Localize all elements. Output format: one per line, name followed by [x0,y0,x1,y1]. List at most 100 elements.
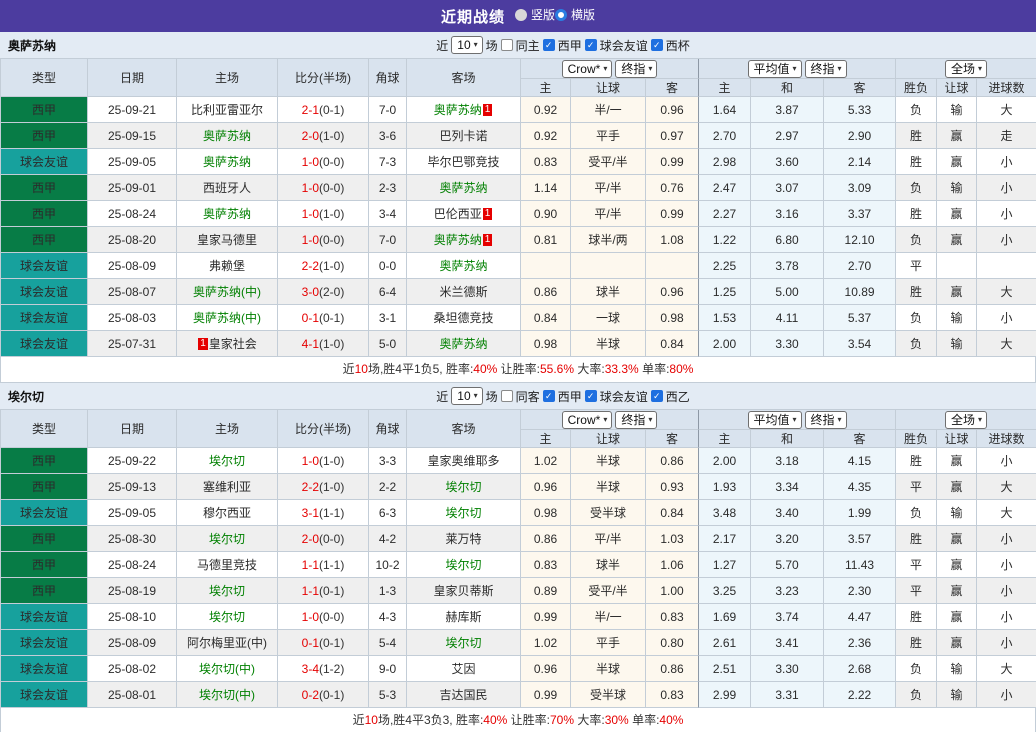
league-checkbox-0[interactable]: ✓ [543,39,555,51]
red-card-badge: 1 [198,338,208,350]
fulltime-score: 4-1 [302,337,319,351]
crow-odds-select[interactable]: Crow*▾ [562,60,613,78]
corner-cell: 3-6 [369,123,407,149]
odds-away-cell: 0.83 [646,604,699,630]
average-odds-selects: 平均值▾终指▾ [748,60,847,78]
odds-away-cell: 0.99 [646,201,699,227]
team-name: 奥萨苏纳 [8,37,56,54]
date-cell: 25-08-30 [88,526,177,552]
handicap-cell: 半球 [571,331,646,357]
same-venue-checkbox[interactable] [501,39,513,51]
summary-segment: 10 [355,362,368,376]
handicap-result-cell [937,253,977,279]
check-icon: ✓ [545,41,553,50]
average-odds-selects: 平均值▾终指▾ [748,411,847,429]
league-checkbox-2[interactable]: ✓ [651,390,663,402]
avg-away-cell: 2.30 [824,578,896,604]
home-team-name: 埃尔切(中) [199,662,255,676]
radio-label: 横版 [571,6,595,23]
handicap-cell: 受半球 [571,500,646,526]
summary-segment: 55.6% [540,362,574,376]
average-odds-select[interactable]: 平均值▾ [748,411,802,429]
result-cell: 平 [896,552,937,578]
avg-home-cell: 2.17 [699,526,751,552]
summary-segment: 单率: [639,362,670,376]
scope-select[interactable]: 全场▾ [945,60,987,78]
corner-cell: 5-3 [369,682,407,708]
odds-away-cell: 0.76 [646,175,699,201]
chevron-down-icon: ▾ [648,65,652,73]
final-odds-select-2[interactable]: 终指▾ [805,60,847,78]
layout-radio-group: 竖版横版 [515,6,595,26]
home-team-cell: 奥萨苏纳 [177,201,278,227]
odds-away-cell: 0.97 [646,123,699,149]
crow-odds-select[interactable]: Crow*▾ [562,411,613,429]
home-team-cell: 埃尔切 [177,526,278,552]
away-team-name: 皇家贝蒂斯 [433,584,493,598]
avg-home-cell: 1.25 [699,279,751,305]
handicap-cell: 球半 [571,552,646,578]
horizontal-layout-radio[interactable]: 横版 [555,6,595,23]
same-venue-checkbox[interactable] [501,390,513,402]
chevron-down-icon: ▾ [474,392,478,400]
handicap-result-cell: 赢 [937,474,977,500]
avg-draw-cell: 3.60 [751,149,824,175]
chevron-down-icon: ▾ [978,65,982,73]
odds-away-cell: 0.80 [646,630,699,656]
goals-result-cell: 小 [977,578,1036,604]
final-odds-select-2[interactable]: 终指▾ [805,411,847,429]
average-odds-select[interactable]: 平均值▾ [748,60,802,78]
league-label: 西甲 [558,388,582,405]
final-odds-select[interactable]: 终指▾ [615,411,657,429]
home-team-cell: 西班牙人 [177,175,278,201]
away-team-name: 赫库斯 [445,610,481,624]
league-checkbox-1[interactable]: ✓ [585,39,597,51]
sub-header: 让球 [937,430,977,448]
recent-count-select-value: 10 [457,38,470,52]
league-cell: 西甲 [1,552,88,578]
home-team-cell: 穆尔西亚 [177,500,278,526]
handicap-result-cell: 赢 [937,201,977,227]
goals-result-cell: 小 [977,682,1036,708]
league-cell: 球会友谊 [1,305,88,331]
recent-count-select[interactable]: 10▾ [451,36,482,54]
league-cell: 西甲 [1,227,88,253]
goals-result-cell: 小 [977,227,1036,253]
result-cell: 负 [896,97,937,123]
fulltime-score: 1-0 [302,207,319,221]
odds-home-cell: 0.98 [521,331,571,357]
halftime-score: (1-0) [319,129,344,143]
recent-count-select[interactable]: 10▾ [451,387,482,405]
home-team-cell: 埃尔切 [177,604,278,630]
goals-result-cell [977,253,1036,279]
league-checkbox-0[interactable]: ✓ [543,390,555,402]
match-row: 西甲25-09-13塞维利亚2-2(1-0)2-2埃尔切0.96半球0.931.… [1,474,1036,500]
avg-home-cell: 3.25 [699,578,751,604]
scope-select[interactable]: 全场▾ [945,411,987,429]
league-checkbox-1[interactable]: ✓ [585,390,597,402]
match-row: 球会友谊25-08-03奥萨苏纳(中)0-1(0-1)3-1桑坦德竞技0.84一… [1,305,1036,331]
sub-header: 和 [751,430,824,448]
avg-home-cell: 2.00 [699,448,751,474]
sub-header: 客 [646,430,699,448]
corner-cell: 5-4 [369,630,407,656]
home-team-name: 埃尔切(中) [199,688,255,702]
result-cell: 胜 [896,526,937,552]
league-checkbox-2[interactable]: ✓ [651,39,663,51]
corner-cell: 9-0 [369,656,407,682]
home-team-name: 比利亚雷亚尔 [191,103,263,117]
home-team-cell: 阿尔梅里亚(中) [177,630,278,656]
goals-result-cell: 小 [977,305,1036,331]
avg-draw-cell: 3.78 [751,253,824,279]
away-team-cell: 奥萨苏纳 [407,175,521,201]
date-cell: 25-09-05 [88,149,177,175]
avg-draw-cell: 3.40 [751,500,824,526]
date-cell: 25-08-20 [88,227,177,253]
near-label: 近 [436,388,448,405]
header-row-groups: 类型日期主场比分(半场)角球客场Crow*▾终指▾平均值▾终指▾全场▾ [1,59,1036,79]
final-odds-select[interactable]: 终指▾ [615,60,657,78]
vertical-layout-radio[interactable]: 竖版 [515,6,555,23]
odds-away-cell: 0.99 [646,149,699,175]
check-icon: ✓ [545,392,553,401]
summary-segment: 让胜率: [507,713,550,727]
